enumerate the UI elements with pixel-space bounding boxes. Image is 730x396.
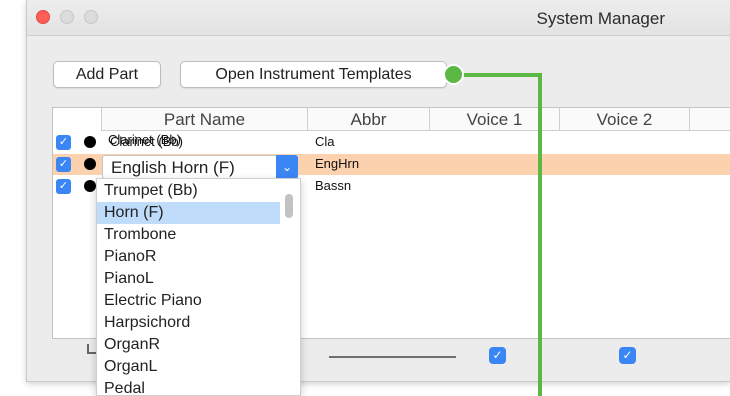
annotation-dot-icon [443,64,464,85]
dropdown-option[interactable]: Electric Piano [97,290,280,312]
slider-track[interactable] [329,356,456,358]
voice-2-checkbox-icon[interactable]: ✓ [619,347,636,364]
chevron-down-icon[interactable]: ⌄ [276,155,298,179]
dropdown-option[interactable]: Pedal [97,378,280,395]
checkbox-icon[interactable]: ✓ [56,135,71,150]
zoom-button[interactable] [84,10,98,24]
checkbox-icon[interactable]: ✓ [56,179,71,194]
dropdown-option[interactable]: Trumpet (Bb) [97,180,280,202]
dropdown-option[interactable]: PianoR [97,246,280,268]
voice-1-checkbox-icon[interactable]: ✓ [489,347,506,364]
part-name-cell: Clarinet (Bb) [108,132,181,147]
column-header-voice-2[interactable]: Voice 2 [559,108,689,131]
abbr-cell: EngHrn [315,156,360,171]
table-header: Part Name Abbr Voice 1 Voice 2 [101,108,730,131]
instrument-dropdown-list[interactable]: Trumpet (Bb) Horn (F) Trombone PianoR Pi… [96,178,301,396]
dropdown-option[interactable]: OrganR [97,334,280,356]
checkbox-icon[interactable]: ✓ [56,157,71,172]
column-header-extra [689,108,730,131]
annotation-connector-horizontal [455,73,542,77]
title-bar: System Manager [27,0,730,36]
window-title: System Manager [536,9,666,28]
column-header-part-name[interactable]: Part Name [101,108,307,131]
column-header-abbr[interactable]: Abbr [307,108,429,131]
dropdown-scrollbar-thumb[interactable] [285,194,293,218]
close-button[interactable] [36,10,50,24]
add-part-button[interactable]: Add Part [53,61,161,88]
dropdown-option[interactable]: PianoL [97,268,280,290]
open-instrument-templates-button[interactable]: Open Instrument Templates [180,61,447,88]
dropdown-option-highlighted[interactable]: Horn (F) [97,202,280,224]
header-spacer [53,108,101,131]
annotation-connector-vertical [538,73,542,396]
abbr-cell: Bassn [315,178,352,193]
abbr-cell: Cla [315,134,335,149]
part-name-popup[interactable]: English Horn (F) ⌄ [102,155,298,179]
part-dot-icon [84,136,96,148]
part-dot-icon [84,180,96,192]
part-dot-icon [84,158,96,170]
dropdown-option[interactable]: OrganL [97,356,280,378]
part-name-popup-value: English Horn (F) [111,158,235,177]
dropdown-option[interactable]: Trombone [97,224,280,246]
minimize-button[interactable] [60,10,74,24]
dropdown-option[interactable]: Harpsichord [97,312,280,334]
